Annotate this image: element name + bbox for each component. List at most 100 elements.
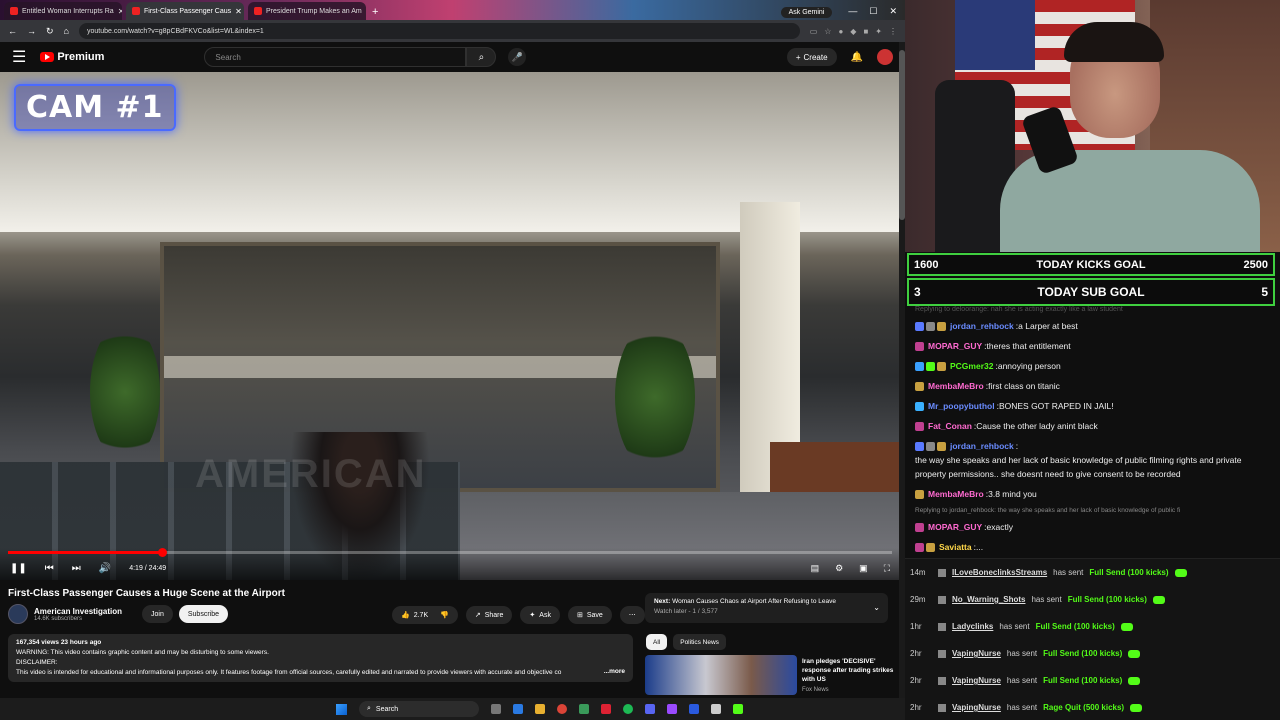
share-button[interactable]: ↗ Share: [465, 606, 513, 624]
browser-tab[interactable]: Entitled Woman Interrupts Ra ✕: [4, 2, 122, 20]
chat-username[interactable]: jordan_rehbock: [950, 439, 1014, 453]
extension-icon[interactable]: ■: [863, 27, 868, 36]
maximize-icon[interactable]: ☐: [869, 6, 877, 17]
subscribe-button[interactable]: Subscribe: [178, 605, 229, 623]
event-username[interactable]: No_Warning_Shots: [952, 595, 1025, 604]
browser-tab[interactable]: President Trump Makes an Am✕: [248, 2, 366, 20]
create-button[interactable]: + Create: [786, 48, 837, 66]
thumbs-down-icon[interactable]: 👎: [440, 611, 449, 619]
save-button[interactable]: ⊞ Save: [567, 606, 612, 624]
close-tab-icon[interactable]: ✕: [235, 7, 242, 16]
search-icon: ⌕: [478, 51, 485, 63]
event-action: has sent: [1006, 649, 1038, 658]
app-icon[interactable]: [601, 704, 611, 714]
up-next-box[interactable]: Next: Woman Causes Chaos at Airport Afte…: [645, 593, 888, 623]
chat-username[interactable]: MembaMeBro: [928, 379, 984, 393]
search-input[interactable]: Search: [204, 47, 467, 67]
event-username[interactable]: Ladyclinks: [952, 622, 993, 631]
webcam-streamer-hair: [1064, 22, 1164, 62]
forward-icon[interactable]: →: [27, 26, 36, 36]
spotify-icon[interactable]: [623, 704, 633, 714]
kick-app-icon[interactable]: [733, 704, 743, 714]
app-icon[interactable]: [689, 704, 699, 714]
app-icon[interactable]: [667, 704, 677, 714]
extension-puzzle-icon[interactable]: ✦: [875, 27, 882, 36]
chevron-down-icon[interactable]: ⌄: [873, 603, 880, 612]
extension-icon[interactable]: ◆: [850, 27, 856, 36]
video-player[interactable]: [0, 72, 900, 580]
extension-icon[interactable]: ●: [838, 27, 843, 36]
event-username[interactable]: VapingNurse: [952, 703, 1001, 712]
bookmark-star-icon[interactable]: ☆: [824, 27, 831, 36]
chat-badge-icon: [915, 342, 924, 351]
home-icon[interactable]: ⌂: [64, 26, 69, 36]
event-username[interactable]: VapingNurse: [952, 676, 1001, 685]
menu-dots-icon[interactable]: ⋮: [889, 27, 897, 36]
chat-username[interactable]: MOPAR_GUY: [928, 339, 982, 353]
search-button[interactable]: ⌕: [466, 47, 497, 67]
reload-icon[interactable]: ↻: [46, 26, 54, 37]
chat-username[interactable]: Mr_poopybuthol: [928, 399, 995, 413]
volume-icon[interactable]: 🔊: [99, 563, 111, 574]
description-box[interactable]: 167,354 views 23 hours ago WARNING: This…: [8, 634, 633, 682]
url-field[interactable]: youtube.com/watch?v=g8pCBdFKVCo&list=WL&…: [78, 23, 800, 39]
close-tab-icon[interactable]: ✕: [118, 7, 122, 16]
minimize-icon[interactable]: —: [848, 6, 857, 17]
taskbar-search[interactable]: ⌕ Search: [359, 701, 479, 717]
url-text: youtube.com/watch?v=g8pCBdFKVCo&list=WL&…: [86, 27, 264, 35]
next-icon[interactable]: ⏭: [72, 563, 81, 574]
task-view-icon[interactable]: [491, 704, 501, 714]
recommended-video[interactable]: Iran pledges 'DECISIVE' response after t…: [645, 655, 895, 695]
youtube-premium-logo[interactable]: Premium: [40, 51, 104, 63]
chat-username[interactable]: Fat_Conan: [928, 419, 972, 433]
recommended-title[interactable]: Iran pledges 'DECISIVE' response after t…: [802, 657, 894, 684]
filter-chips: All Politics News: [646, 634, 726, 650]
event-username[interactable]: VapingNurse: [952, 649, 1001, 658]
chat-badge-icon: [915, 382, 924, 391]
account-avatar[interactable]: [877, 49, 893, 65]
settings-gear-icon[interactable]: ⚙: [835, 563, 843, 574]
previous-icon[interactable]: ⏮: [45, 563, 54, 574]
app-icon[interactable]: [513, 704, 523, 714]
notifications-bell-icon[interactable]: 🔔: [851, 52, 863, 63]
chat-username[interactable]: MembaMeBro: [928, 487, 984, 501]
progress-scrubber[interactable]: [157, 548, 167, 557]
channel-avatar[interactable]: [8, 604, 28, 624]
chip-all[interactable]: All: [646, 634, 668, 650]
back-icon[interactable]: ←: [8, 26, 17, 36]
discord-icon[interactable]: [645, 704, 655, 714]
new-tab-button[interactable]: +: [372, 6, 378, 18]
file-explorer-icon[interactable]: [535, 704, 545, 714]
miniplayer-icon[interactable]: ▣: [859, 563, 868, 574]
show-more-link[interactable]: ...more: [604, 667, 625, 677]
channel-name[interactable]: American Investigation: [34, 607, 122, 616]
ask-gemini-button[interactable]: Ask Gemini: [780, 7, 833, 18]
chip-politics-news[interactable]: Politics News: [673, 634, 726, 650]
recommended-thumbnail[interactable]: [645, 655, 797, 695]
more-actions-button[interactable]: ⋯: [619, 606, 645, 624]
chrome-icon[interactable]: [557, 704, 567, 714]
pause-icon[interactable]: ❚❚: [10, 563, 27, 574]
chat-separator: :: [1015, 441, 1019, 451]
like-button[interactable]: 👍 2.7K 👎: [392, 606, 458, 624]
ask-button[interactable]: ✦ Ask: [520, 606, 560, 624]
kick-gem-icon: [1174, 568, 1187, 577]
windows-start-icon[interactable]: [336, 703, 347, 715]
browser-tab-active[interactable]: First-Class Passenger Caus ✕: [126, 2, 244, 20]
app-icon[interactable]: [711, 704, 721, 714]
close-window-icon[interactable]: ✕: [889, 6, 897, 17]
voice-search-button[interactable]: 🎤: [508, 48, 527, 66]
chat-username[interactable]: jordan_rehbock: [950, 319, 1014, 333]
fullscreen-icon[interactable]: ⛶: [884, 563, 890, 574]
video-actions: 👍 2.7K 👎 ↗ Share ✦ Ask ⊞ Save ⋯: [392, 606, 645, 624]
progress-bar[interactable]: [8, 548, 892, 557]
chat-username[interactable]: Saviatta: [939, 540, 972, 554]
event-username[interactable]: ILoveBoneclinksStreams: [952, 568, 1047, 577]
join-button[interactable]: Join: [142, 605, 173, 623]
hamburger-menu-icon[interactable]: ☰: [12, 47, 26, 67]
cast-icon[interactable]: ▭: [810, 27, 818, 36]
captions-icon[interactable]: ▤: [811, 563, 820, 574]
app-icon[interactable]: [579, 704, 589, 714]
chat-username[interactable]: MOPAR_GUY: [928, 520, 982, 534]
chat-username[interactable]: PCGmer32: [950, 359, 993, 373]
